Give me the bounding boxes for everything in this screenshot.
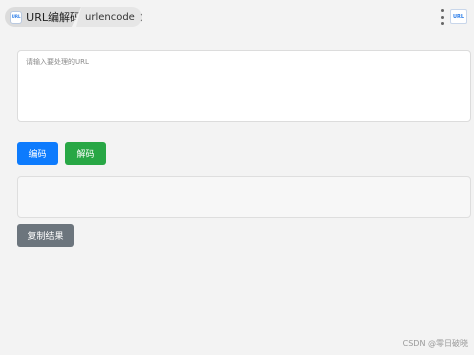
plugin-badge-text: URL	[452, 13, 465, 20]
url-input[interactable]	[26, 57, 462, 115]
copy-result-button[interactable]: 复制结果	[17, 224, 74, 247]
close-icon[interactable]	[140, 12, 142, 22]
tab-url-codec[interactable]: URL URL编解码	[5, 7, 81, 27]
url-input-container	[17, 50, 471, 122]
plugin-url-icon[interactable]: URL	[450, 9, 467, 24]
result-output[interactable]	[17, 176, 471, 218]
encode-button[interactable]: 编码	[17, 142, 58, 165]
more-vertical-icon[interactable]	[439, 9, 445, 25]
tab-urlencode[interactable]: urlencode	[76, 7, 142, 27]
url-logo-icon: URL	[10, 10, 23, 24]
decode-button[interactable]: 解码	[65, 142, 106, 165]
watermark-text: CSDN @零日破晓	[402, 339, 468, 348]
tab-main-title: URL编解码	[26, 11, 81, 24]
url-logo-text: URL	[11, 14, 21, 19]
tab-sub-title: urlencode	[85, 11, 135, 23]
top-bar: URL URL编解码 urlencode URL	[0, 0, 474, 34]
